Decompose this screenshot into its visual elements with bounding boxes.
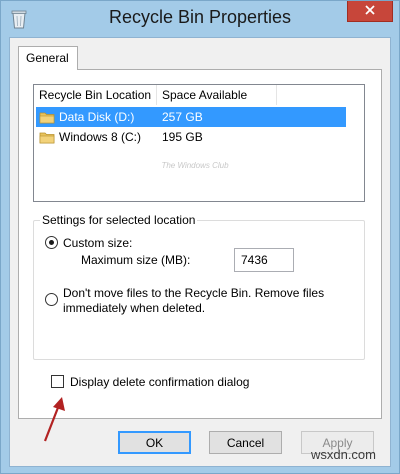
column-header-location[interactable]: Recycle Bin Location [34,85,157,105]
list-watermark: The Windows Club [161,161,229,170]
list-item-data-disk[interactable]: Data Disk (D:) 257 GB [36,107,346,127]
list-item-space: 257 GB [162,110,203,124]
close-button[interactable] [347,1,393,22]
list-header: Recycle Bin Location Space Available [34,85,364,105]
title-bar[interactable]: Recycle Bin Properties [1,1,399,37]
recycle-bin-properties-window: Recycle Bin Properties General Recycle B… [0,0,400,474]
max-size-label: Maximum size (MB): [81,253,191,267]
dont-move-radio[interactable] [45,293,58,306]
dialog-client-area: General Recycle Bin Location Space Avail… [9,37,391,467]
close-icon [364,4,376,19]
custom-size-label[interactable]: Custom size: [63,236,132,250]
settings-legend: Settings for selected location [40,213,198,227]
confirm-delete-label[interactable]: Display delete confirmation dialog [70,375,249,389]
column-header-space[interactable]: Space Available [157,85,277,105]
max-size-input[interactable]: 7436 [234,248,294,272]
confirm-delete-checkbox[interactable] [51,375,64,388]
dont-move-label-line2[interactable]: immediately when deleted. [63,301,205,315]
drive-folder-icon [39,132,55,144]
window-title: Recycle Bin Properties [108,7,292,27]
general-tab-panel: Recycle Bin Location Space Available Dat… [18,69,382,442]
list-item-windows8[interactable]: Windows 8 (C:) 195 GB [36,127,346,147]
dont-move-label-line1[interactable]: Don't move files to the Recycle Bin. Rem… [63,286,324,300]
settings-groupbox: Settings for selected location Custom si… [33,213,365,360]
drive-folder-icon [39,112,55,124]
list-item-space: 195 GB [162,130,203,144]
ok-button[interactable]: OK [118,431,191,454]
site-watermark: wsxdn.com [310,447,376,462]
tab-general[interactable]: General [18,46,78,70]
location-list[interactable]: Recycle Bin Location Space Available Dat… [33,84,365,202]
list-item-name: Windows 8 (C:) [59,130,142,144]
custom-size-radio[interactable] [45,236,58,249]
arrow-annotation-icon [39,395,69,448]
cancel-button[interactable]: Cancel [209,431,282,454]
list-item-name: Data Disk (D:) [59,110,135,124]
